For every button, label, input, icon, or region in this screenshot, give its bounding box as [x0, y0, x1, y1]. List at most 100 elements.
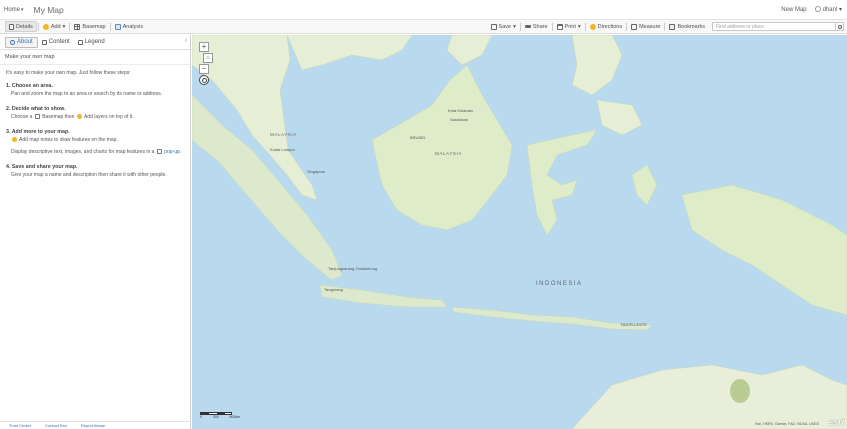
chevron-down-icon: ▾ [62, 23, 66, 30]
map-basemap [192, 35, 847, 429]
home-menu[interactable]: Home▾ [4, 7, 24, 13]
land-maluku [631, 164, 658, 206]
land-vietnam [446, 35, 493, 66]
map-title[interactable]: My Map [34, 5, 64, 15]
basemap-button[interactable]: Basemap [71, 20, 108, 33]
bookmarks-button[interactable]: Bookmarks [666, 20, 708, 33]
zoom-out-button[interactable]: − [199, 64, 209, 74]
step-title: 4. Save and share your map. [6, 164, 78, 171]
land-mindanao [596, 99, 643, 136]
separator [664, 22, 666, 31]
step-text: Add map notes to draw features on the ma… [6, 137, 184, 144]
step-text: Pan and zoom the map to an area or searc… [11, 90, 163, 97]
zoom-controls: + ⌂ − [199, 42, 213, 74]
separator [109, 22, 111, 31]
zoom-in-button[interactable]: + [199, 42, 209, 52]
measure-icon [631, 23, 638, 30]
collapse-panel-icon[interactable]: ‹ [185, 38, 187, 44]
bookmarks-label: Bookmarks [677, 23, 705, 30]
step-text-part: Add map notes to draw features on the ma… [19, 136, 118, 143]
new-map-button[interactable]: New Map [781, 7, 806, 13]
scale-label: 300 [212, 415, 219, 419]
share-label: Share [532, 23, 548, 30]
basemap-label: Basemap [82, 23, 106, 30]
toolbar: Details Add ▾ Basemap Analysis Save ▾ Shar… [0, 20, 847, 34]
details-button[interactable]: Details [5, 21, 37, 32]
step-text: Display descriptive text, images, and ch… [6, 149, 184, 156]
directions-button[interactable]: Directions [587, 20, 625, 33]
land-australia [571, 364, 847, 429]
report-abuse-link[interactable]: Report Abuse [81, 423, 105, 428]
details-icon [9, 23, 14, 30]
content-icon [41, 39, 47, 45]
tab-legend[interactable]: Legend [74, 37, 109, 48]
land-indochina [286, 35, 413, 71]
map-label: Singapore [307, 169, 326, 174]
step-text-part: Choose a [11, 113, 33, 120]
basemap-icon [34, 114, 40, 120]
chevron-down-icon: ▾ [577, 23, 581, 30]
user-menu[interactable]: dhanl ▾ [814, 6, 842, 13]
separator [69, 22, 71, 31]
step-text-part: Basemap then [42, 113, 75, 120]
step-4: 4. Save and share your map. Give your ma… [6, 164, 184, 179]
map-attribution[interactable]: Esri, HERE, Garmin, FAO, NOAA, USGS [755, 422, 819, 426]
land-new-guinea [681, 184, 847, 316]
panel-body: It's easy to make your own map. Just fol… [0, 65, 190, 192]
map-label: INDONESIA [536, 281, 583, 287]
chevron-down-icon: ▾ [21, 6, 24, 13]
separator [584, 22, 586, 31]
chevron-down-icon: ▾ [513, 23, 516, 30]
print-button[interactable]: Print ▾ [554, 20, 584, 33]
map-label: Sandakan [450, 117, 469, 122]
directions-icon [589, 23, 596, 30]
trust-center-link[interactable]: Trust Center [9, 423, 31, 428]
land-sulawesi [526, 129, 598, 236]
contact-esri-link[interactable]: Contact Esri [45, 423, 67, 428]
step-title: 1. Choose an area. [6, 83, 53, 90]
step-text-part: Add layers on top of it. [83, 113, 134, 120]
map-label: BRUNEI [410, 135, 426, 140]
save-button[interactable]: Save ▾ [488, 20, 519, 33]
tab-label: Content [48, 39, 70, 45]
analysis-button[interactable]: Analysis [112, 20, 146, 33]
popup-icon [156, 149, 162, 155]
analysis-icon [114, 23, 121, 30]
measure-label: Measure [639, 23, 661, 30]
user-name: dhanl [822, 7, 838, 13]
map-label: TIMOR-LESTE [620, 322, 647, 327]
search-button[interactable] [836, 22, 844, 31]
locate-button[interactable] [199, 75, 209, 85]
esri-logo[interactable]: esri [828, 417, 844, 427]
panel-heading: Make your own map [0, 50, 190, 65]
add-button[interactable]: Add ▾ [40, 20, 69, 33]
separator [519, 22, 521, 31]
separator [626, 22, 628, 31]
tab-content[interactable]: Content [38, 37, 74, 48]
step-3: 3. Add more to your map. Add map notes t… [6, 129, 184, 156]
bookmarks-icon [669, 23, 676, 30]
save-icon [490, 23, 497, 30]
add-icon [76, 114, 82, 120]
map-label: Kota Kinabalu [448, 108, 473, 113]
map-view[interactable]: + ⌂ − MALAYSIA MALAYSIA INDONESIA BRUNEI… [192, 35, 847, 429]
map-label: MALAYSIA [435, 151, 462, 156]
share-button[interactable]: Share [522, 20, 551, 33]
intro-text: It's easy to make your own map. Just fol… [6, 70, 131, 76]
measure-button[interactable]: Measure [628, 20, 663, 33]
tab-about[interactable]: About [5, 36, 38, 48]
search-input[interactable]: Find address or place [712, 22, 836, 31]
sidebar-tabs: About Content Legend ‹ [0, 35, 190, 50]
land-philippines [571, 35, 623, 96]
step-text: Choose a Basemap then Add layers on top … [6, 114, 184, 121]
popup-link[interactable]: pop-up. [164, 149, 181, 155]
scale-label: 600km [229, 415, 240, 419]
save-label: Save [498, 23, 512, 30]
add-icon [42, 23, 49, 30]
home-extent-button[interactable]: ⌂ [203, 53, 213, 63]
map-label: Tanjungkarang-Telukbetung [328, 266, 378, 271]
step-2: 2. Decide what to show. Choose a Basemap… [6, 106, 184, 121]
user-icon [814, 6, 821, 13]
analysis-label: Analysis [122, 23, 144, 30]
tab-label: Legend [84, 39, 105, 45]
